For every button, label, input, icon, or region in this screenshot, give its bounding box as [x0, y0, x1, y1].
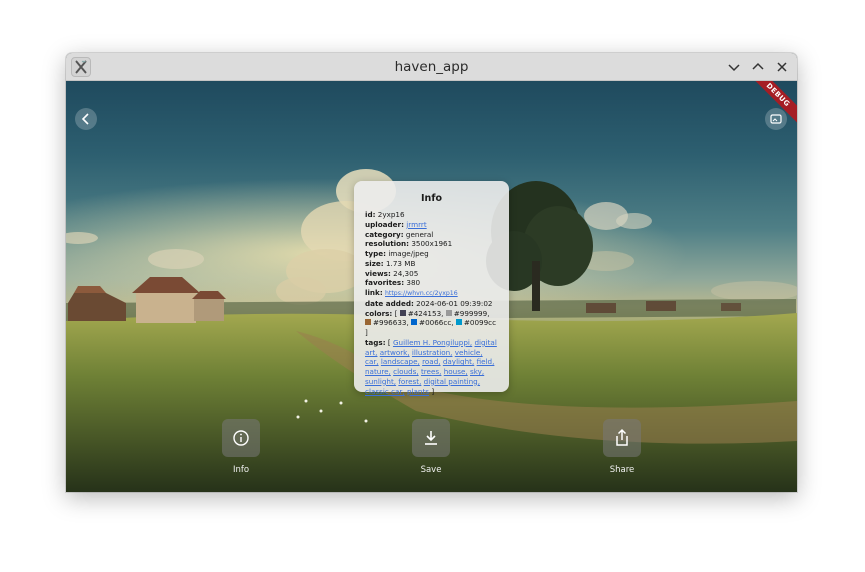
back-button[interactable]	[75, 108, 97, 130]
info-panel: Info id: 2yxp16 uploader: jrmrrt categor…	[354, 181, 509, 396]
window-title: haven_app	[394, 59, 469, 75]
chevron-up-icon	[752, 62, 764, 70]
tag-link[interactable]: illustration,	[412, 348, 453, 357]
tag-link[interactable]: artwork,	[380, 348, 410, 357]
info-tags-label: tags:	[365, 337, 386, 347]
info-type-label: type:	[365, 249, 387, 258]
fullscreen-button[interactable]	[765, 108, 787, 130]
tag-link[interactable]: nature,	[365, 367, 391, 376]
wallpaper-link[interactable]: https://whvn.cc/2yxp16	[385, 290, 458, 297]
color-swatch	[411, 319, 418, 326]
tag-link[interactable]: vehicle,	[455, 348, 483, 357]
color-swatch	[445, 309, 452, 316]
color-hex-value: #996633,	[373, 318, 409, 328]
info-id-row: id: 2yxp16	[365, 210, 498, 220]
color-hex-value: #424153,	[407, 308, 444, 318]
color-swatch	[365, 319, 371, 326]
uploader-link[interactable]: jrmrrt	[406, 220, 426, 229]
save-button[interactable]	[412, 419, 450, 457]
save-action[interactable]: Save	[406, 419, 456, 475]
tag-link[interactable]: sunlight,	[365, 377, 396, 386]
info-tags-row: tags: [ Guillem H. Pongiluppi, digital a…	[365, 337, 497, 396]
color-hex-value: #999999,	[453, 308, 490, 318]
title-bar: haven_app	[66, 53, 797, 81]
tag-link[interactable]: field,	[477, 357, 495, 366]
info-size-label: size:	[365, 258, 384, 268]
info-category-value: general	[405, 229, 434, 239]
info-date-value: 2024-06-01 09:39:02	[416, 298, 493, 308]
info-uploader-row: uploader: jrmrrt	[365, 220, 498, 230]
info-category-label: category:	[365, 229, 404, 239]
share-action[interactable]: Share	[597, 419, 647, 475]
close-icon	[777, 62, 787, 72]
info-views-label: views:	[365, 268, 391, 278]
tag-link[interactable]: forest,	[398, 377, 421, 386]
info-favorites-label: favorites:	[365, 278, 405, 288]
info-resolution-label: resolution:	[365, 239, 410, 249]
share-button-label: Share	[609, 465, 635, 475]
info-resolution-row: resolution: 3500x1961	[365, 239, 498, 249]
info-date-label: date added:	[365, 298, 414, 308]
info-action[interactable]: Info	[216, 419, 266, 475]
save-button-label: Save	[420, 465, 442, 475]
tag-link[interactable]: trees,	[421, 367, 442, 376]
tag-link[interactable]: sky,	[470, 367, 484, 376]
info-size-row: size: 1.73 MB	[365, 259, 498, 269]
info-id-value: 2yxp16	[377, 210, 405, 219]
tag-link[interactable]: house,	[444, 367, 468, 376]
tag-link[interactable]: clouds,	[393, 367, 419, 376]
app-window: haven_app DEBUG Info id: 2yxp16 uploader…	[66, 53, 797, 492]
info-category-row: category: general	[365, 230, 498, 240]
tag-link[interactable]: road,	[422, 357, 440, 366]
tag-link[interactable]: daylight,	[443, 357, 474, 366]
info-date-row: date added: 2024-06-01 09:39:02	[365, 299, 498, 309]
image-frame-icon	[770, 114, 782, 124]
tag-link[interactable]: Guillem H. Pongiluppi,	[393, 338, 472, 347]
info-link-label: link:	[365, 288, 383, 297]
info-colors-row: colors: [ #424153, #999999, #996633, #00…	[365, 308, 497, 337]
info-type-row: type: image/jpeg	[365, 249, 498, 259]
minimize-button[interactable]	[724, 57, 744, 77]
share-button[interactable]	[603, 419, 641, 457]
info-colors-label: colors:	[365, 308, 393, 318]
info-icon	[233, 430, 249, 446]
color-swatch	[399, 309, 406, 316]
info-button-label: Info	[232, 465, 250, 475]
info-id-label: id:	[365, 210, 376, 219]
share-icon	[616, 428, 628, 446]
tag-link[interactable]: digital painting,	[424, 377, 480, 386]
info-views-row: views: 24,305	[365, 269, 498, 279]
info-panel-title: Info	[421, 193, 442, 204]
close-button[interactable]	[772, 57, 792, 77]
info-resolution-value: 3500x1961	[411, 239, 453, 249]
maximize-button[interactable]	[748, 57, 768, 77]
wallpaper-view: DEBUG Info id: 2yxp16 uploader: jrmrrt c…	[66, 81, 797, 492]
tag-link[interactable]: car,	[365, 357, 379, 366]
tag-link[interactable]: classic car,	[365, 387, 405, 396]
info-type-value: image/jpeg	[388, 249, 429, 258]
tag-link[interactable]: plants	[407, 387, 429, 396]
info-size-value: 1.73 MB	[385, 258, 416, 268]
info-link-row: link: https://whvn.cc/2yxp16	[365, 288, 498, 299]
info-favorites-value: 380	[406, 278, 421, 288]
info-favorites-row: favorites: 380	[365, 278, 498, 288]
info-views-value: 24,305	[393, 268, 419, 278]
color-hex-value: #0066cc,	[419, 318, 454, 328]
color-swatch	[455, 319, 462, 326]
color-hex-value: #0099cc	[463, 318, 497, 328]
download-icon	[425, 431, 437, 445]
chevron-down-icon	[728, 64, 740, 72]
chevron-left-icon	[81, 113, 89, 125]
info-button[interactable]	[222, 419, 260, 457]
info-uploader-label: uploader:	[365, 219, 404, 229]
tag-link[interactable]: landscape,	[381, 357, 420, 366]
